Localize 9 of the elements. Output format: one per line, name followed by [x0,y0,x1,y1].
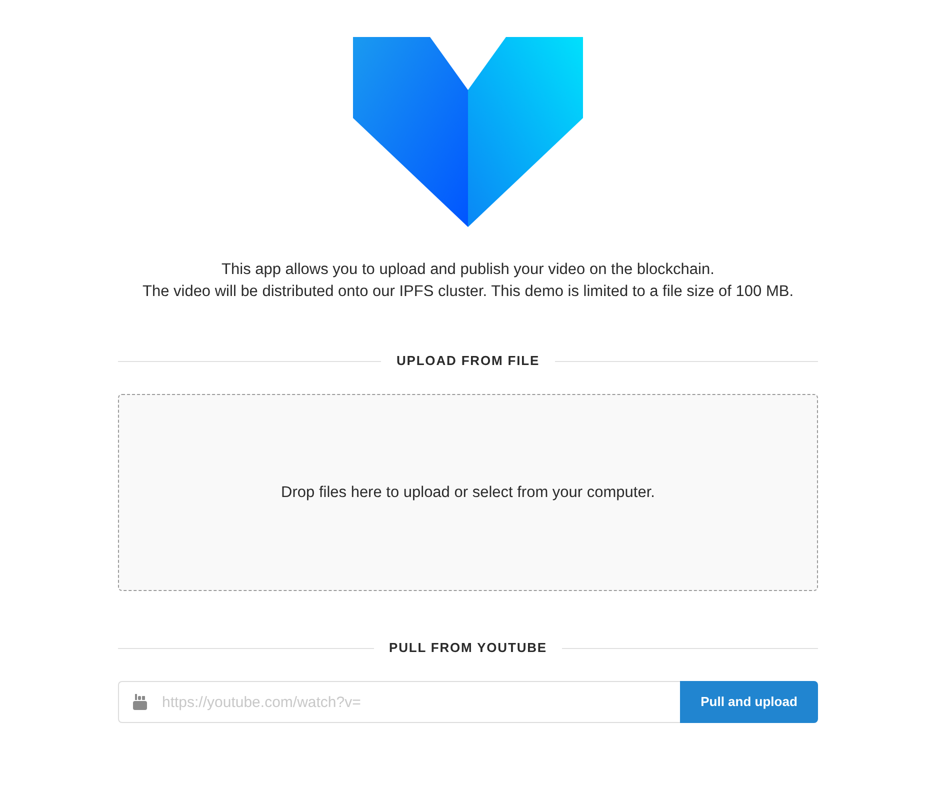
pull-and-upload-button[interactable]: Pull and upload [680,681,818,723]
intro-text: This app allows you to upload and publish your video on the blockchain. [222,260,714,280]
file-dropzone[interactable]: Drop files here to upload or select from your computer. [118,394,818,591]
section-heading: PULL FROM YOUTUBE [388,639,548,657]
dropzone-text: Drop files here to upload or select from your computer. [281,482,655,503]
intro-text: The video will be distributed onto our IPFS cluster. This demo is limited to a file size of 100 MB. [142,282,794,302]
logo-icon [353,37,583,227]
youtube-icon [133,694,147,710]
section-heading: UPLOAD FROM FILE [395,352,541,370]
